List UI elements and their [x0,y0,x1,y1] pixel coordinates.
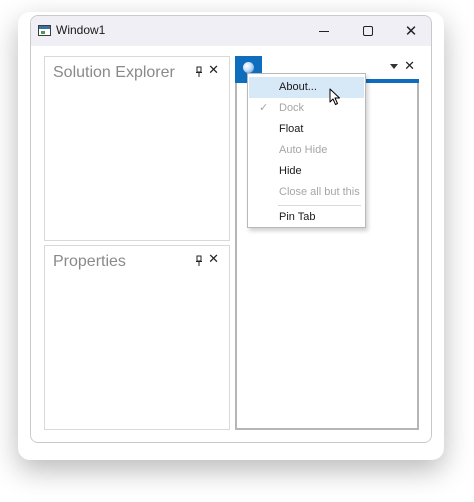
document-close-icon[interactable]: ✕ [404,59,415,73]
menu-item-hide[interactable]: Hide [249,161,364,182]
maximize-button[interactable] [346,16,390,46]
menu-item-pin-tab[interactable]: Pin Tab [249,207,364,228]
close-icon: ✕ [404,23,418,40]
dock-area: Solution Explorer ✕ Properties ✕ ✕ [31,46,431,442]
main-window: Window1 ✕ Solution Explorer ✕ Properties [30,15,432,443]
minimize-icon [319,30,329,32]
title-bar[interactable]: Window1 ✕ [31,16,431,46]
check-icon: ✓ [259,102,269,114]
pane-close-icon[interactable]: ✕ [208,63,219,77]
menu-item-auto-hide: Auto Hide [249,140,364,161]
pane-close-icon[interactable]: ✕ [208,252,219,266]
solution-explorer-pane: Solution Explorer ✕ [44,56,230,241]
menu-item-float[interactable]: Float [249,119,364,140]
pin-icon[interactable] [194,66,204,78]
minimize-button[interactable] [302,16,346,46]
menu-item-label: Close all but this [279,186,360,198]
menu-separator [278,205,361,206]
menu-item-label: Hide [279,165,302,177]
menu-item-label: Auto Hide [279,144,328,156]
pane-title-properties: Properties [53,253,126,270]
menu-item-about[interactable]: About... [249,77,364,98]
mouse-pointer-icon [329,88,340,105]
pin-icon[interactable] [194,255,204,267]
properties-pane: Properties ✕ [44,245,230,430]
window-title: Window1 [56,23,106,37]
maximize-icon [363,26,373,36]
menu-item-label: Float [279,123,304,135]
menu-item-close-all-but-this: Close all but this [249,182,364,203]
menu-item-label: Dock [279,102,305,114]
pane-title-solution-explorer: Solution Explorer [53,64,175,81]
document-list-dropdown-icon[interactable] [390,64,398,69]
menu-item-label: About... [279,81,317,93]
menu-item-dock: ✓ Dock [249,98,364,119]
close-button[interactable]: ✕ [389,16,431,46]
blue-ball-icon [243,62,254,73]
app-window-icon [38,25,51,36]
menu-item-label: Pin Tab [279,211,316,223]
tab-context-menu: About... ✓ Dock Float Auto Hide Hide Clo… [247,73,366,228]
